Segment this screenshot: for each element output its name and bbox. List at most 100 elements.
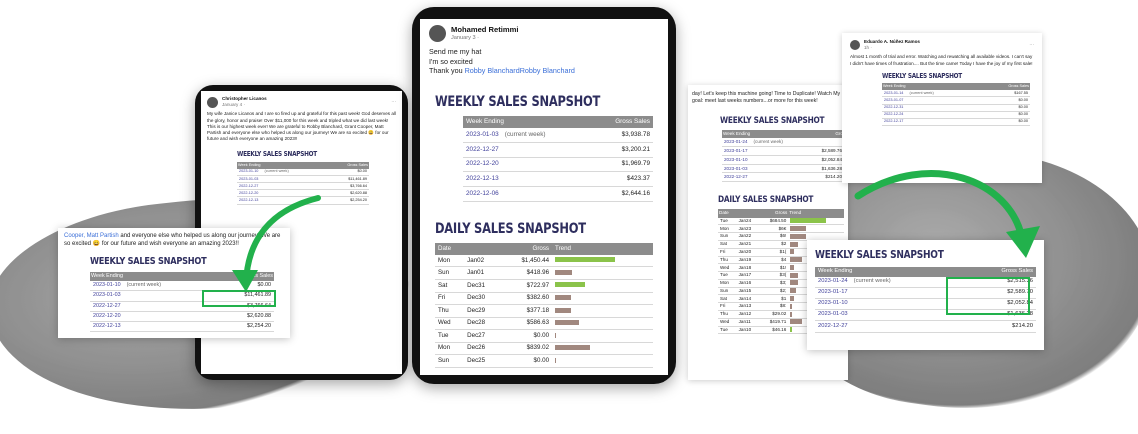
week-value[interactable]: 2023-01-10 xyxy=(93,282,121,288)
avatar[interactable] xyxy=(207,96,218,108)
week-value[interactable]: 2022-12-27 xyxy=(724,174,748,179)
week-cell: 2022-12-17 xyxy=(882,118,987,126)
week-value[interactable]: 2022-12-27 xyxy=(466,146,499,153)
col-sales: Gross Sales xyxy=(329,161,369,169)
sales-value: $214.20 xyxy=(809,172,844,183)
gross-value: $46.16 xyxy=(759,326,789,335)
daily-title: DAILY SALES SNAPSHOT xyxy=(435,220,586,237)
mention-link[interactable]: Robby BlanchardRobby Blanchard xyxy=(465,66,575,75)
week-value[interactable]: 2022-12-27 xyxy=(93,303,121,309)
gross-value: $1! xyxy=(759,263,789,273)
week-value[interactable]: 2022-12-20 xyxy=(466,160,499,167)
table-row: 2023-01-10 (current week) $0.00 xyxy=(237,168,369,176)
table-row: Sun Dec25 $0.00 xyxy=(435,354,653,368)
week-value[interactable]: 2023-01-10 xyxy=(724,157,748,162)
sales-value: $11,461.89 xyxy=(329,175,369,184)
post-date[interactable]: January 4 · xyxy=(222,102,267,108)
trend-bar xyxy=(555,320,580,326)
table-row: 2022-12-20 $2,620.88 xyxy=(90,311,274,323)
gross-value: $377.18 xyxy=(500,304,553,318)
trend-bar xyxy=(790,225,807,231)
week-value[interactable]: 2023-01-14 xyxy=(884,91,903,95)
week-value[interactable]: 2023-01-03 xyxy=(239,177,258,181)
table-row: 2022-12-20 $2,620.88 xyxy=(237,189,369,198)
gross-value: $0.00 xyxy=(500,354,553,368)
week-value[interactable]: 2022-12-17 xyxy=(884,119,903,123)
trend-bar xyxy=(555,257,616,263)
week-value[interactable]: 2023-01-10 xyxy=(239,169,258,173)
col-sales: Gross Sales xyxy=(986,83,1030,91)
trend-bar xyxy=(790,280,799,286)
post-date[interactable]: January 3 · xyxy=(451,35,519,43)
more-options-icon[interactable]: ··· xyxy=(391,99,396,105)
more-options-icon[interactable]: ··· xyxy=(1029,42,1034,48)
week-cell: 2022-12-27 xyxy=(815,320,965,333)
week-value[interactable]: 2023-01-24 xyxy=(818,278,848,284)
week-value[interactable]: 2022-12-13 xyxy=(93,323,121,329)
week-value[interactable]: 2022-12-24 xyxy=(884,112,903,116)
current-week-note: (current week) xyxy=(504,130,546,138)
author-name[interactable]: Eduardo A. Núñez Ramos xyxy=(864,39,920,45)
sales-value: $1,636.28 xyxy=(809,164,844,174)
table-row: 2022-12-27 $3,766.64 xyxy=(237,182,369,191)
avatar[interactable] xyxy=(850,40,860,51)
sales-value: $2,254.20 xyxy=(217,321,274,333)
week-value[interactable]: 2022-12-27 xyxy=(818,323,848,329)
trend-bar xyxy=(555,295,571,301)
week-value[interactable]: 2022-12-27 xyxy=(239,184,258,188)
trend-bar xyxy=(790,249,795,255)
trend-cell xyxy=(552,304,653,318)
week-value[interactable]: 2023-01-17 xyxy=(818,289,848,295)
gross-value: $419.71 xyxy=(759,318,789,327)
table-row: 2023-01-24 (current week) xyxy=(722,138,844,148)
week-value[interactable]: 2023-01-17 xyxy=(724,148,748,153)
date-value: Dec25 xyxy=(464,354,501,368)
week-value[interactable]: 2023-01-03 xyxy=(466,131,499,138)
week-value[interactable]: 2022-12-06 xyxy=(466,190,499,197)
week-value[interactable]: 2022-12-13 xyxy=(466,175,499,182)
week-value[interactable]: 2023-01-03 xyxy=(818,311,848,317)
author-name[interactable]: Mohamed Retimmi xyxy=(451,25,519,35)
week-value[interactable]: 2023-01-10 xyxy=(818,300,848,306)
week-value[interactable]: 2022-12-20 xyxy=(93,313,121,319)
week-value[interactable]: 2023-01-03 xyxy=(724,166,748,171)
trend-bar xyxy=(555,357,557,363)
table-row: 2023-01-10 $2,052.84 xyxy=(722,155,844,165)
trend-bar xyxy=(790,311,793,317)
day-of-week: Sat xyxy=(435,279,465,293)
day-of-week: Sun xyxy=(435,266,465,281)
trend-bar xyxy=(790,295,795,301)
week-value[interactable]: 2023-01-24 xyxy=(724,139,748,144)
week-cell: 2022-12-13 xyxy=(237,196,330,205)
current-week-note: (current week) xyxy=(264,169,289,174)
daily-table: Date Gross Trend Mon Jan02 $1,450.44 Sun Jan… xyxy=(435,242,653,368)
week-value[interactable]: 2023-01-03 xyxy=(93,292,121,298)
week-cell: 2022-12-27 xyxy=(90,301,218,312)
week-cell: 2023-01-24 (current week) xyxy=(722,138,810,148)
week-value[interactable]: 2022-12-20 xyxy=(239,191,258,195)
post-text: My wife Janice Licanos and I are so fire… xyxy=(207,111,396,142)
day-of-week: Tue xyxy=(435,329,465,343)
week-cell: 2023-01-07 xyxy=(882,96,987,105)
week-value[interactable]: 2022-12-31 xyxy=(884,105,903,109)
table-row: 2022-12-17 $0.00 xyxy=(882,118,1030,126)
post-date[interactable]: 1h · xyxy=(864,45,920,51)
day-of-week: Sun xyxy=(718,232,737,241)
trend-cell xyxy=(552,329,653,343)
mention-link[interactable]: Cooper, Matt Partish xyxy=(64,233,119,239)
weekly-title: WEEKLY SALES SNAPSHOT xyxy=(720,116,825,127)
table-row: 2022-12-27 $214.20 xyxy=(722,172,844,183)
day-of-week: Sat xyxy=(718,294,737,304)
day-of-week: Tue xyxy=(718,326,737,335)
trend-cell xyxy=(788,217,844,226)
week-value[interactable]: 2022-12-13 xyxy=(239,198,258,202)
avatar[interactable] xyxy=(429,25,446,43)
gross-value: $684.50 xyxy=(759,217,789,226)
current-week-note: (current week) xyxy=(909,90,934,95)
trend-cell xyxy=(552,317,653,331)
day-of-week: Thu xyxy=(435,304,465,318)
week-value[interactable]: 2023-01-07 xyxy=(884,98,903,102)
sales-value: $423.37 xyxy=(591,171,653,188)
table-row: Wed Dec28 $586.63 xyxy=(435,317,653,331)
sales-value: $0.00 xyxy=(986,104,1030,112)
